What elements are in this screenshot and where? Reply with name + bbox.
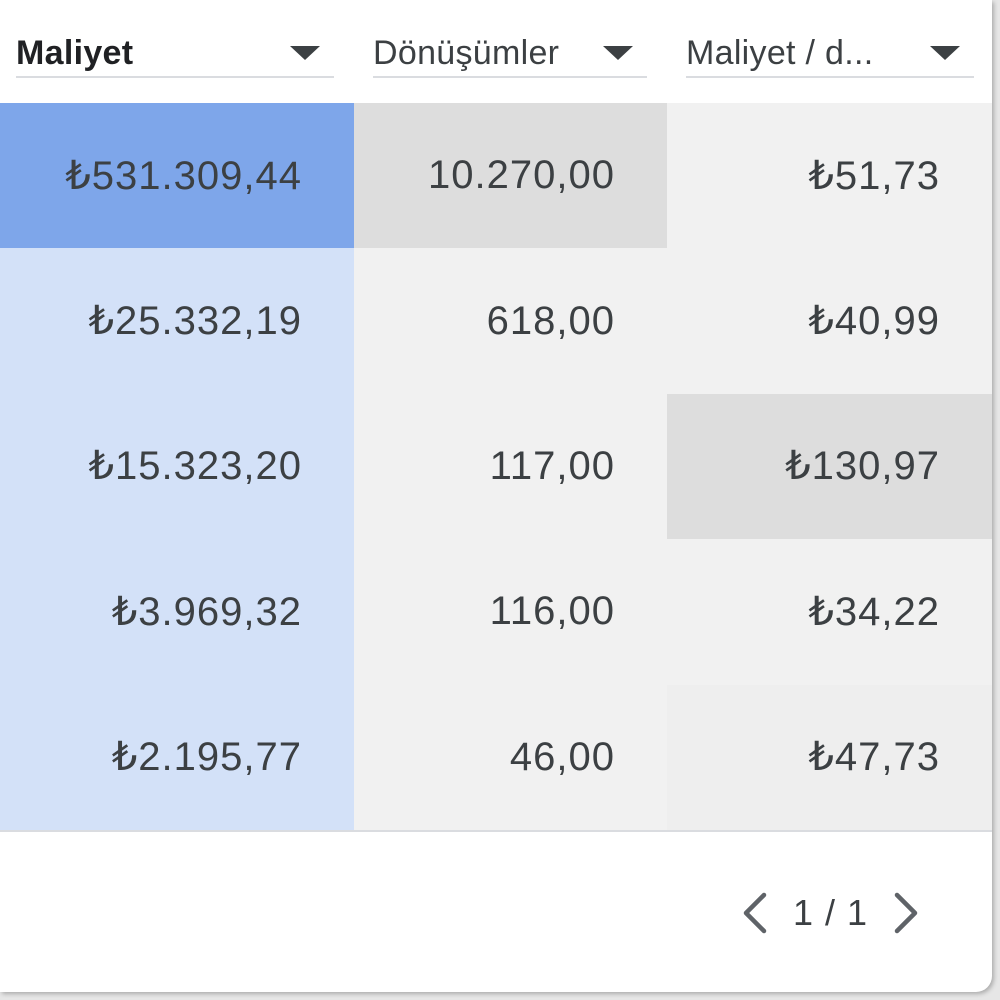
table-body: ₺531.309,44 10.270,00 ₺51,73 ₺25.332,19 … bbox=[0, 103, 992, 830]
cell-cost-per-conversion: ₺51,73 bbox=[667, 103, 992, 249]
table-row: ₺531.309,44 10.270,00 ₺51,73 bbox=[0, 103, 992, 249]
cell-cost: ₺25.332,19 bbox=[0, 248, 354, 394]
column-header-label: Maliyet / d... bbox=[686, 33, 874, 72]
chevron-right-icon bbox=[894, 892, 918, 934]
caret-down-icon[interactable] bbox=[603, 46, 633, 60]
cell-conversions: 46,00 bbox=[354, 684, 667, 830]
cell-cost-per-conversion: ₺47,73 bbox=[667, 684, 992, 830]
column-header-label: Dönüşümler bbox=[373, 33, 560, 72]
cell-conversions: 117,00 bbox=[354, 393, 667, 540]
column-header-label: Maliyet bbox=[16, 33, 134, 72]
cell-cost-per-conversion: ₺40,99 bbox=[667, 248, 992, 394]
table-card: Maliyet Dönüşümler Maliyet / d... ₺531.3… bbox=[0, 0, 992, 992]
cell-conversions: 618,00 bbox=[354, 248, 667, 394]
cell-conversions: 116,00 bbox=[354, 539, 667, 685]
column-header-cost[interactable]: Maliyet bbox=[16, 30, 334, 78]
cell-cost-per-conversion: ₺130,97 bbox=[667, 393, 992, 540]
cell-cost: ₺2.195,77 bbox=[0, 684, 354, 830]
chevron-left-icon bbox=[743, 892, 767, 934]
table-row: ₺3.969,32 116,00 ₺34,22 bbox=[0, 539, 992, 685]
next-page-button[interactable] bbox=[886, 885, 926, 941]
table-header: Maliyet Dönüşümler Maliyet / d... bbox=[0, 0, 992, 102]
caret-down-icon[interactable] bbox=[930, 46, 960, 60]
cell-cost: ₺3.969,32 bbox=[0, 539, 354, 685]
cell-cost: ₺15.323,20 bbox=[0, 393, 354, 540]
previous-page-button[interactable] bbox=[735, 885, 775, 941]
cell-cost-per-conversion: ₺34,22 bbox=[667, 539, 992, 685]
caret-down-icon[interactable] bbox=[290, 46, 320, 60]
table-row: ₺15.323,20 117,00 ₺130,97 bbox=[0, 393, 992, 540]
table-bottom-divider bbox=[0, 830, 992, 832]
page-indicator: 1 / 1 bbox=[793, 892, 869, 933]
column-header-conversions[interactable]: Dönüşümler bbox=[373, 30, 647, 78]
table-row: ₺2.195,77 46,00 ₺47,73 bbox=[0, 684, 992, 830]
cell-cost: ₺531.309,44 bbox=[0, 103, 354, 249]
pagination: 1 / 1 bbox=[735, 885, 926, 941]
column-header-cost-per-conversion[interactable]: Maliyet / d... bbox=[686, 30, 974, 78]
cell-conversions: 10.270,00 bbox=[354, 103, 667, 249]
table-row: ₺25.332,19 618,00 ₺40,99 bbox=[0, 248, 992, 394]
